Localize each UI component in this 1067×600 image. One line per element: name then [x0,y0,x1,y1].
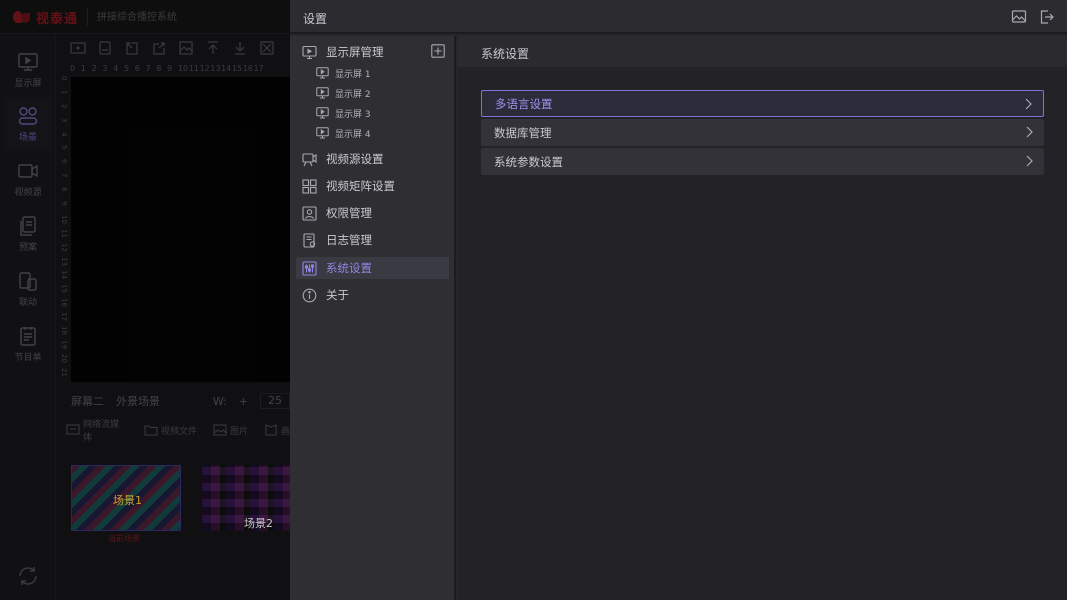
tree-item-screen-3[interactable]: 显示屏 3 [316,105,371,121]
tree-item-system-settings[interactable]: 系统设置 [296,257,449,279]
thumbnail-label: 场景1 [113,494,142,507]
tree-item-label: 关于 [326,288,349,302]
tree-item-label: 权限管理 [326,206,372,220]
tree-item-video-matrix[interactable]: 视频矩阵设置 [296,175,449,197]
tree-item-about[interactable]: 关于 [296,284,449,306]
row-label: 多语言设置 [495,96,553,111]
thumbnail-label: 场景2 [244,517,273,530]
system-settings-icon [302,260,317,276]
chevron-right-icon [1025,98,1032,110]
row-label: 数据库管理 [494,125,552,140]
tree-item-label: 显示屏管理 [326,45,384,59]
tree-item-screen-1[interactable]: 显示屏 1 [316,65,371,81]
screen-icon [316,127,329,139]
permission-icon [302,205,317,221]
tree-sub-label: 显示屏 4 [335,129,371,140]
video-source-icon [302,152,317,166]
row-label: 系统参数设置 [494,154,563,169]
screen-icon [316,107,329,119]
tree-item-label: 日志管理 [326,233,372,247]
add-display-icon[interactable] [431,44,445,58]
content-title: 系统设置 [481,47,530,61]
settings-panel: 设置 显示屏管理 显示屏 1 显示屏 2 显示屏 3 显示屏 4 视频源设置 视… [290,0,1067,600]
tree-item-screen-4[interactable]: 显示屏 4 [316,125,371,141]
log-icon [303,232,316,248]
row-system-parameter-settings[interactable]: 系统参数设置 [481,148,1044,175]
tree-item-video-source[interactable]: 视频源设置 [296,148,449,170]
tree-sub-label: 显示屏 3 [335,109,371,120]
screenshot-icon[interactable] [1011,9,1027,25]
tree-item-label: 视频矩阵设置 [326,179,395,193]
matrix-icon [302,178,317,194]
settings-title: 设置 [303,12,328,26]
screen-icon [316,67,329,79]
tree-item-display-management[interactable]: 显示屏管理 [296,41,449,63]
settings-header: 设置 [290,0,1067,34]
settings-content: 系统设置 多语言设置 数据库管理 系统参数设置 [458,36,1067,600]
tree-sub-label: 显示屏 1 [335,69,371,80]
chevron-right-icon [1026,126,1033,138]
chevron-right-icon [1026,155,1033,167]
screen-icon [316,87,329,99]
tree-item-log[interactable]: 日志管理 [296,229,449,251]
modal-overlay [0,0,290,600]
tree-item-label: 视频源设置 [326,152,384,166]
tree-item-screen-2[interactable]: 显示屏 2 [316,85,371,101]
row-multilanguage-settings[interactable]: 多语言设置 [481,90,1044,117]
tree-item-permission[interactable]: 权限管理 [296,202,449,224]
logout-icon[interactable] [1039,9,1055,25]
row-database-management[interactable]: 数据库管理 [481,119,1044,146]
tree-sub-label: 显示屏 2 [335,89,371,100]
content-header: 系统设置 [458,36,1067,67]
info-icon [302,288,317,302]
settings-tree: 显示屏管理 显示屏 1 显示屏 2 显示屏 3 显示屏 4 视频源设置 视频矩阵… [290,36,456,600]
tree-item-label: 系统设置 [326,261,372,275]
display-icon [302,45,317,59]
